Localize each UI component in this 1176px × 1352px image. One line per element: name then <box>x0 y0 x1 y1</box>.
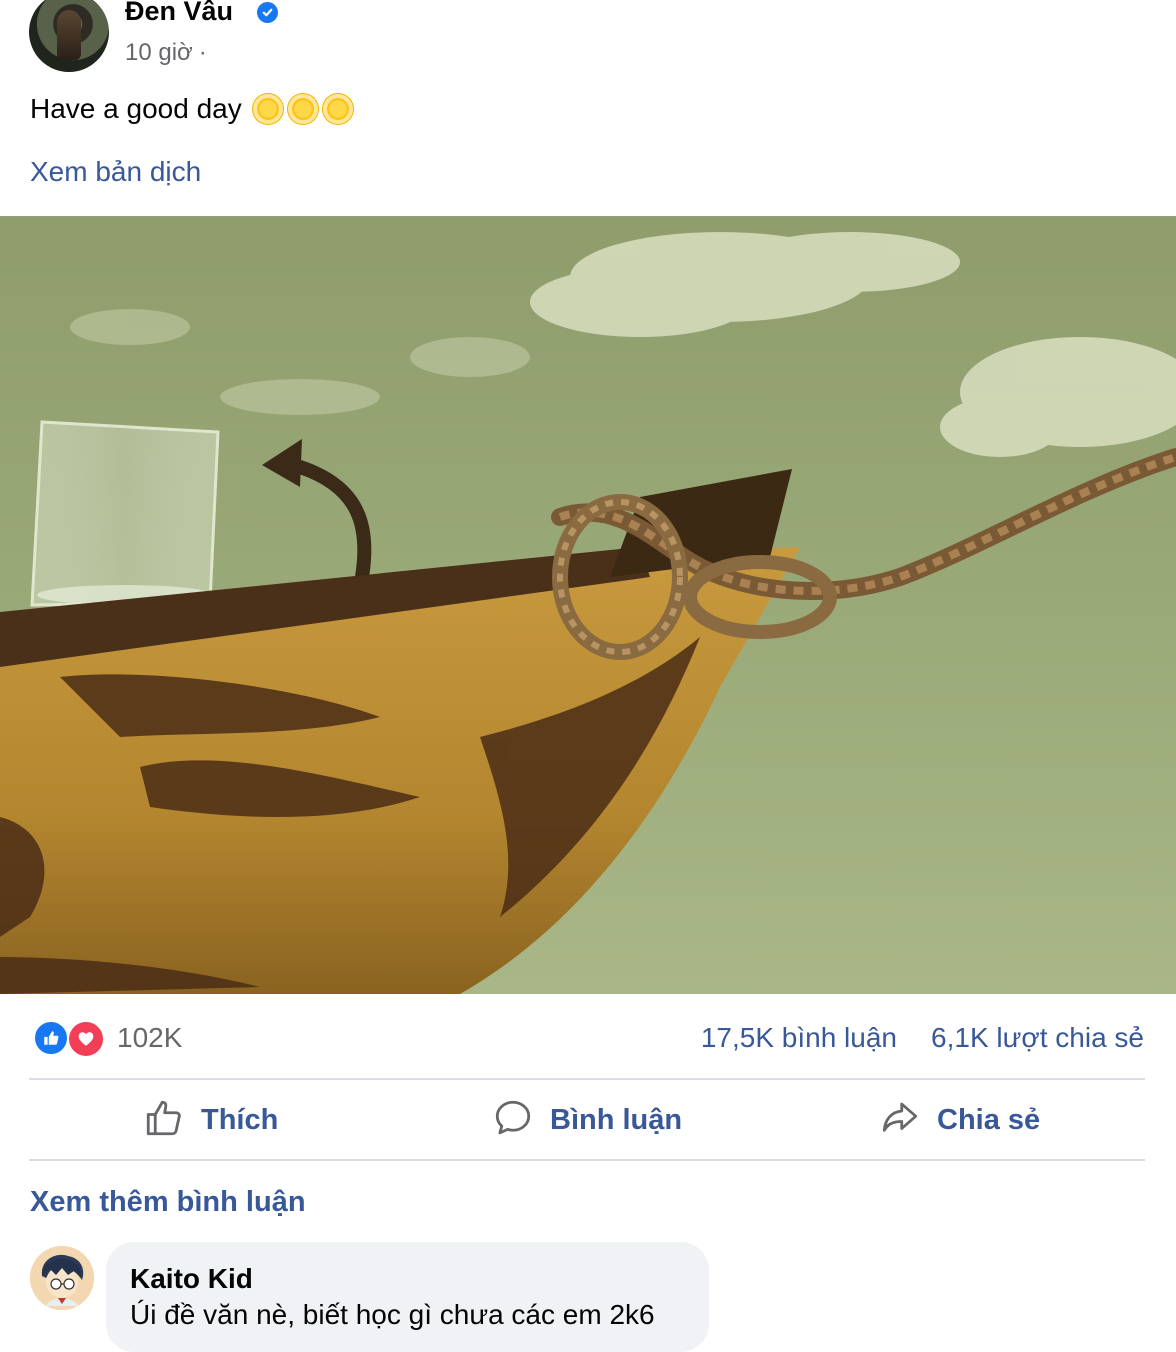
comment-button[interactable]: Bình luận <box>492 1082 682 1158</box>
reaction-count[interactable]: 102K <box>117 1021 182 1055</box>
author-name[interactable]: Đen Vâu <box>125 0 233 28</box>
post-text: Have a good day <box>30 92 354 126</box>
divider <box>29 1078 1145 1080</box>
post-photo[interactable] <box>0 216 1176 994</box>
sun-emoji-icon <box>286 93 319 125</box>
comment-author[interactable]: Kaito Kid <box>130 1262 253 1296</box>
sun-emoji-icon <box>321 93 354 125</box>
sun-emoji-icon <box>251 93 284 125</box>
thumbs-up-icon <box>143 1097 185 1144</box>
post-stats: 102K 17,5K bình luận 6,1K lượt chia sẻ <box>0 1008 1176 1068</box>
author-avatar[interactable] <box>29 0 109 72</box>
comment-bubble: Kaito Kid Úi đề văn nè, biết học gì chưa… <box>106 1242 709 1352</box>
see-more-comments-link[interactable]: Xem thêm bình luận <box>30 1184 306 1220</box>
sun-emoji-group <box>251 93 354 125</box>
like-button[interactable]: Thích <box>143 1082 278 1158</box>
verified-badge-icon <box>257 2 278 23</box>
like-reaction-icon[interactable] <box>33 1020 69 1056</box>
comment-button-label: Bình luận <box>550 1103 683 1136</box>
see-translation-link[interactable]: Xem bản dịch <box>30 154 201 190</box>
share-arrow-icon <box>879 1097 921 1144</box>
share-button[interactable]: Chia sẻ <box>879 1082 1040 1158</box>
post-header: Đen Vâu 10 giờ · Have a good day Xem bản … <box>0 0 1176 216</box>
post-text-content: Have a good day <box>30 93 242 124</box>
commenter-avatar[interactable] <box>30 1246 94 1310</box>
share-button-label: Chia sẻ <box>937 1103 1041 1136</box>
post-actions: Thích Bình luận Chia sẻ <box>29 1082 1145 1158</box>
post-timestamp[interactable]: 10 giờ · <box>125 38 207 68</box>
love-reaction-icon[interactable] <box>67 1020 105 1058</box>
comment-bubble-icon <box>492 1097 534 1144</box>
divider <box>29 1159 1145 1161</box>
comment-text: Úi đề văn nè, biết học gì chưa các em 2k… <box>130 1299 655 1330</box>
post-time-text[interactable]: 10 giờ <box>125 39 193 66</box>
share-count[interactable]: 6,1K lượt chia sẻ <box>931 1021 1144 1055</box>
like-button-label: Thích <box>201 1103 279 1136</box>
comment-count[interactable]: 17,5K bình luận <box>701 1021 897 1055</box>
time-separator: · <box>198 39 207 66</box>
